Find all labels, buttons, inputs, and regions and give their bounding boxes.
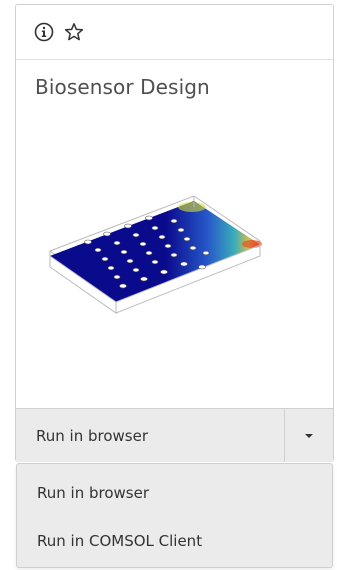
run-options-dropdown-toggle[interactable]: [284, 409, 333, 462]
run-in-browser-button[interactable]: Run in browser: [36, 427, 148, 445]
card-toolbar: [16, 5, 333, 60]
chevron-down-icon: [305, 433, 313, 438]
menu-item-run-in-browser[interactable]: Run in browser: [37, 484, 149, 502]
biosensor-model-image: [48, 195, 262, 314]
run-options-menu: Run in browser Run in COMSOL Client: [16, 463, 333, 568]
app-title: Biosensor Design: [35, 75, 210, 99]
app-card: Biosensor Design Run in browser: [15, 4, 334, 462]
info-icon[interactable]: [34, 22, 54, 42]
menu-item-run-in-comsol-client[interactable]: Run in COMSOL Client: [37, 532, 202, 550]
run-bar: Run in browser: [16, 408, 333, 462]
model-thumbnail[interactable]: [16, 123, 333, 403]
star-icon[interactable]: [64, 22, 84, 42]
